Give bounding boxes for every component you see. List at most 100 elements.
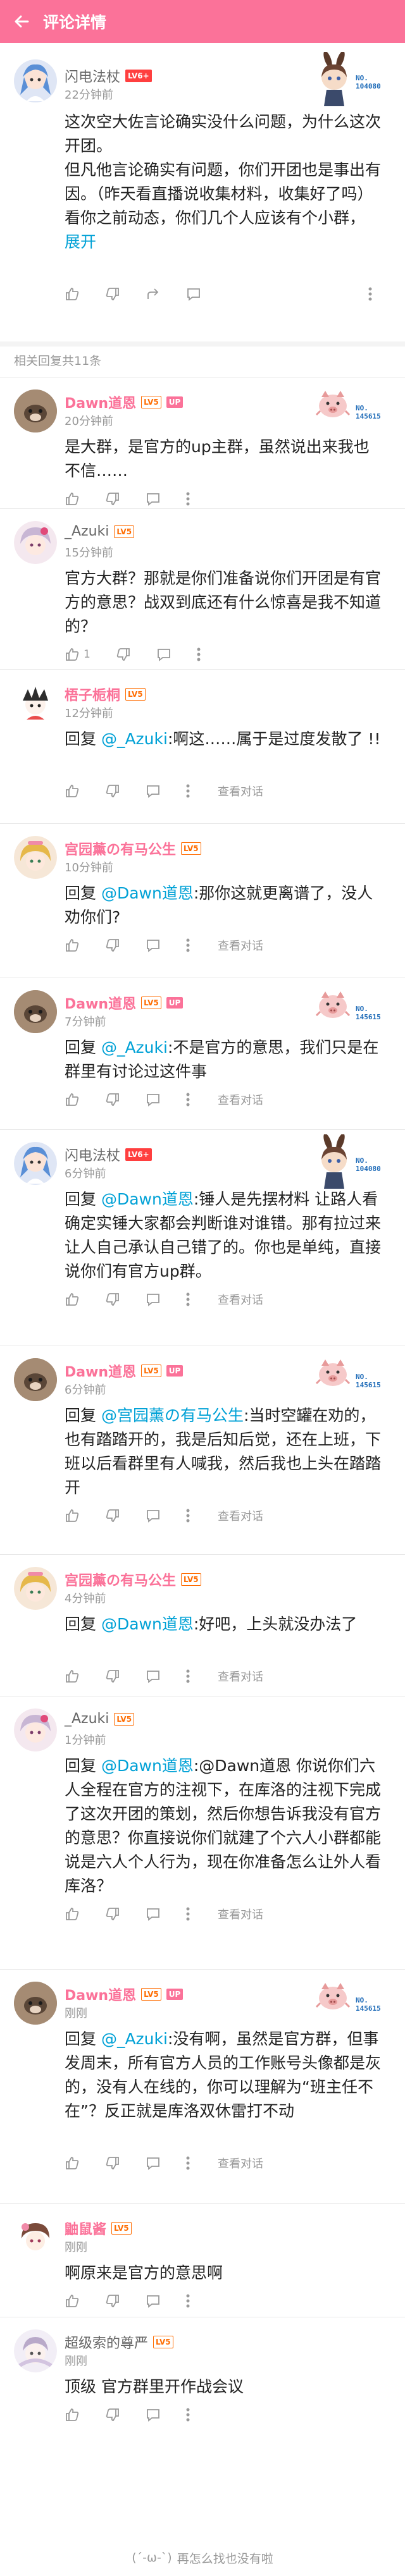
view-conversation-link[interactable]: 查看对话	[218, 1291, 263, 1308]
reply-icon[interactable]	[146, 491, 161, 506]
dislike-icon[interactable]	[105, 1508, 120, 1523]
username[interactable]: 闪电法杖	[65, 66, 120, 86]
dislike-icon[interactable]	[105, 1669, 120, 1684]
more-icon[interactable]	[186, 1906, 190, 1922]
like-icon[interactable]	[65, 2293, 80, 2309]
username[interactable]: _Azuki	[65, 524, 109, 539]
more-icon[interactable]	[186, 1508, 190, 1523]
reply-prefix: 回复	[65, 1406, 101, 1425]
mention-link[interactable]: @Dawn道恩	[101, 1757, 194, 1775]
like-icon[interactable]	[65, 1669, 80, 1684]
avatar[interactable]	[14, 1142, 57, 1185]
dislike-icon[interactable]	[105, 938, 120, 953]
mention-link[interactable]: @宫园薰の有马公生	[101, 1406, 244, 1425]
like-icon[interactable]	[65, 1092, 80, 1107]
view-conversation-link[interactable]: 查看对话	[218, 1091, 263, 1108]
view-conversation-link[interactable]: 查看对话	[218, 1668, 263, 1684]
like-icon[interactable]	[65, 286, 80, 302]
reply-icon[interactable]	[146, 1508, 161, 1523]
mention-link[interactable]: @Dawn道恩	[101, 1190, 194, 1208]
dislike-icon[interactable]	[105, 491, 120, 506]
dislike-icon[interactable]	[116, 647, 131, 662]
username[interactable]: Dawn道恩	[65, 1984, 136, 2004]
username[interactable]: 超级索的尊严	[65, 2332, 148, 2352]
avatar[interactable]	[14, 1708, 57, 1751]
avatar[interactable]	[14, 682, 57, 725]
username[interactable]: 闪电法杖	[65, 1144, 120, 1165]
like-icon[interactable]	[65, 1292, 80, 1307]
mention-link[interactable]: @Dawn道恩	[101, 884, 194, 902]
more-icon[interactable]	[197, 647, 201, 662]
share-icon[interactable]	[146, 286, 161, 302]
like-icon[interactable]	[65, 2156, 80, 2171]
avatar[interactable]	[14, 2216, 57, 2259]
dislike-icon[interactable]	[105, 783, 120, 799]
reply-icon[interactable]	[146, 1669, 161, 1684]
avatar[interactable]	[14, 389, 57, 432]
reply-icon[interactable]	[146, 1092, 161, 1107]
like-icon[interactable]	[65, 1906, 80, 1922]
dislike-icon[interactable]	[105, 286, 120, 302]
reply-icon[interactable]	[146, 2156, 161, 2171]
like-icon[interactable]	[65, 1508, 80, 1523]
username[interactable]: Dawn道恩	[65, 993, 136, 1013]
mention-link[interactable]: @_Azuki	[101, 1038, 168, 1057]
more-icon[interactable]	[186, 2293, 190, 2309]
reply-icon[interactable]	[156, 647, 171, 662]
avatar[interactable]	[14, 59, 57, 102]
reply-icon[interactable]	[146, 2407, 161, 2422]
dislike-icon[interactable]	[105, 1906, 120, 1922]
view-conversation-link[interactable]: 查看对话	[218, 937, 263, 954]
dislike-icon[interactable]	[105, 2407, 120, 2422]
more-icon[interactable]	[186, 1669, 190, 1684]
dislike-icon[interactable]	[105, 2293, 120, 2309]
like-icon[interactable]: 1	[65, 647, 90, 662]
avatar[interactable]	[14, 990, 57, 1033]
reply-icon[interactable]	[146, 1292, 161, 1307]
view-conversation-link[interactable]: 查看对话	[218, 1507, 263, 1524]
username[interactable]: Dawn道恩	[65, 1361, 136, 1381]
reply-icon[interactable]	[186, 286, 201, 302]
mention-link[interactable]: @_Azuki	[101, 730, 168, 748]
avatar[interactable]	[14, 1358, 57, 1401]
username[interactable]: 宫园薰の有马公生	[65, 838, 176, 859]
reply-icon[interactable]	[146, 783, 161, 799]
more-icon[interactable]	[368, 286, 372, 302]
mention-link[interactable]: @_Azuki	[101, 2030, 168, 2048]
timestamp: 7分钟前	[65, 1015, 106, 1029]
avatar[interactable]	[14, 2329, 57, 2372]
reply-item: 宫园薰の有马公生 LV5 10分钟前 回复 @Dawn道恩:那你这就更离谱了，没人劝你…	[0, 823, 405, 978]
username[interactable]: Dawn道恩	[65, 392, 136, 412]
avatar[interactable]	[14, 1982, 57, 2025]
mention-link[interactable]: @Dawn道恩	[101, 1615, 194, 1633]
dislike-icon[interactable]	[105, 1292, 120, 1307]
more-icon[interactable]	[186, 783, 190, 799]
more-icon[interactable]	[186, 491, 190, 506]
more-icon[interactable]	[186, 1292, 190, 1307]
back-arrow-icon[interactable]	[0, 0, 43, 43]
avatar[interactable]	[14, 1567, 57, 1610]
reply-icon[interactable]	[146, 1906, 161, 1922]
username[interactable]: 鼬鼠酱	[65, 2218, 106, 2238]
expand-link[interactable]: 展开	[65, 230, 381, 254]
more-icon[interactable]	[186, 1092, 190, 1107]
view-conversation-link[interactable]: 查看对话	[218, 783, 263, 799]
username[interactable]: 宫园薰の有马公生	[65, 1569, 176, 1590]
username[interactable]: 梧子栀桐	[65, 684, 120, 704]
like-icon[interactable]	[65, 491, 80, 506]
more-icon[interactable]	[186, 2156, 190, 2171]
more-icon[interactable]	[186, 2407, 190, 2422]
dislike-icon[interactable]	[105, 2156, 120, 2171]
like-icon[interactable]	[65, 2407, 80, 2422]
more-icon[interactable]	[186, 938, 190, 953]
view-conversation-link[interactable]: 查看对话	[218, 1906, 263, 1922]
avatar[interactable]	[14, 521, 57, 564]
view-conversation-link[interactable]: 查看对话	[218, 2155, 263, 2171]
reply-icon[interactable]	[146, 2293, 161, 2309]
like-icon[interactable]	[65, 938, 80, 953]
username[interactable]: _Azuki	[65, 1711, 109, 1727]
like-icon[interactable]	[65, 783, 80, 799]
avatar[interactable]	[14, 836, 57, 879]
dislike-icon[interactable]	[105, 1092, 120, 1107]
reply-icon[interactable]	[146, 938, 161, 953]
